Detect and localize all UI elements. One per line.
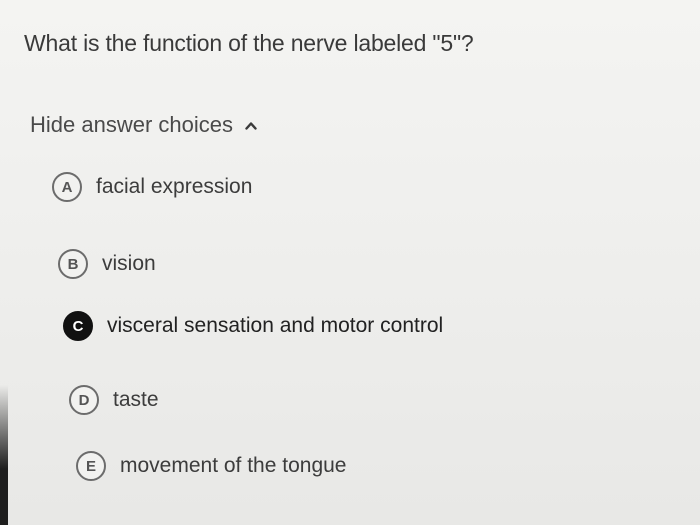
chevron-up-icon [245,121,257,130]
answer-choice-b[interactable]: B vision [58,249,156,279]
choice-label: facial expression [96,175,253,198]
device-bezel [0,385,8,525]
choice-label: movement of the tongue [120,454,347,477]
answer-choice-c[interactable]: C visceral sensation and motor control [63,311,443,341]
answer-choice-a[interactable]: A facial expression [52,172,252,202]
choice-letter-badge: B [58,249,88,279]
choice-label: taste [113,388,159,411]
hide-answer-choices-toggle[interactable]: Hide answer choices [30,112,257,138]
choice-letter-badge-selected: C [63,311,93,341]
choice-letter-badge: D [69,385,99,415]
answer-choice-d[interactable]: D taste [69,385,159,415]
toggle-label: Hide answer choices [30,112,233,137]
choice-letter-badge: E [76,451,106,481]
choice-label: vision [102,252,156,275]
question-text: What is the function of the nerve labele… [24,30,474,56]
choice-label: visceral sensation and motor control [107,314,444,337]
answer-choice-e[interactable]: E movement of the tongue [76,451,346,481]
quiz-screen: What is the function of the nerve labele… [0,0,700,525]
choice-letter-badge: A [52,172,82,202]
